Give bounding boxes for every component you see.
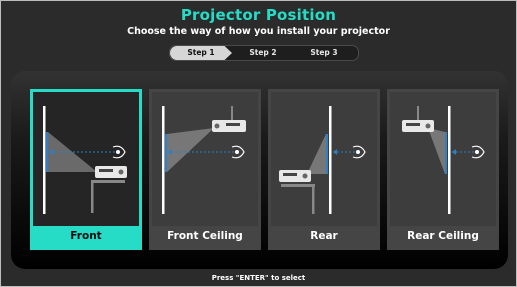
light-beam-icon: [307, 134, 326, 174]
screen-icon: [162, 106, 165, 214]
light-beam-icon: [167, 128, 214, 172]
step-3-indicator: Step 3: [310, 48, 338, 57]
projector-icon: [212, 106, 246, 132]
page-subtitle: Choose the way of how you install your p…: [127, 26, 390, 37]
page-title: Projector Position: [180, 6, 337, 24]
option-front-ceiling[interactable]: Front Ceiling: [149, 89, 261, 250]
option-rear[interactable]: Rear: [268, 89, 380, 250]
rear-ceiling-illustration: [390, 92, 496, 226]
option-label: Front: [70, 230, 102, 242]
projector-icon: [91, 166, 127, 213]
option-front[interactable]: Front: [30, 89, 142, 250]
projector-icon: [402, 106, 434, 132]
step-2-indicator: Step 2: [249, 48, 277, 57]
front-ceiling-illustration: [152, 92, 258, 226]
footer-hint: Press "ENTER" to select: [211, 274, 306, 282]
option-rear-ceiling[interactable]: Rear Ceiling: [387, 89, 499, 250]
step-progress-bar: Step 1 Step 2 Step 3: [169, 45, 359, 61]
option-label: Front Ceiling: [167, 230, 243, 242]
option-label: Rear Ceiling: [407, 230, 479, 242]
front-illustration: [33, 92, 139, 226]
step-1-indicator: Step 1: [170, 46, 232, 60]
projector-position-dialog: Projector Position Choose the way of how…: [0, 0, 517, 287]
screen-icon: [329, 106, 332, 214]
projector-icon: [279, 170, 315, 214]
light-beam-icon: [428, 128, 445, 174]
option-label: Rear: [310, 230, 338, 242]
screen-icon: [448, 106, 451, 214]
rear-illustration: [271, 92, 377, 226]
options-panel: Front Front Ceiling Rear Rear Ceiling: [11, 71, 508, 269]
screen-icon: [43, 106, 46, 214]
